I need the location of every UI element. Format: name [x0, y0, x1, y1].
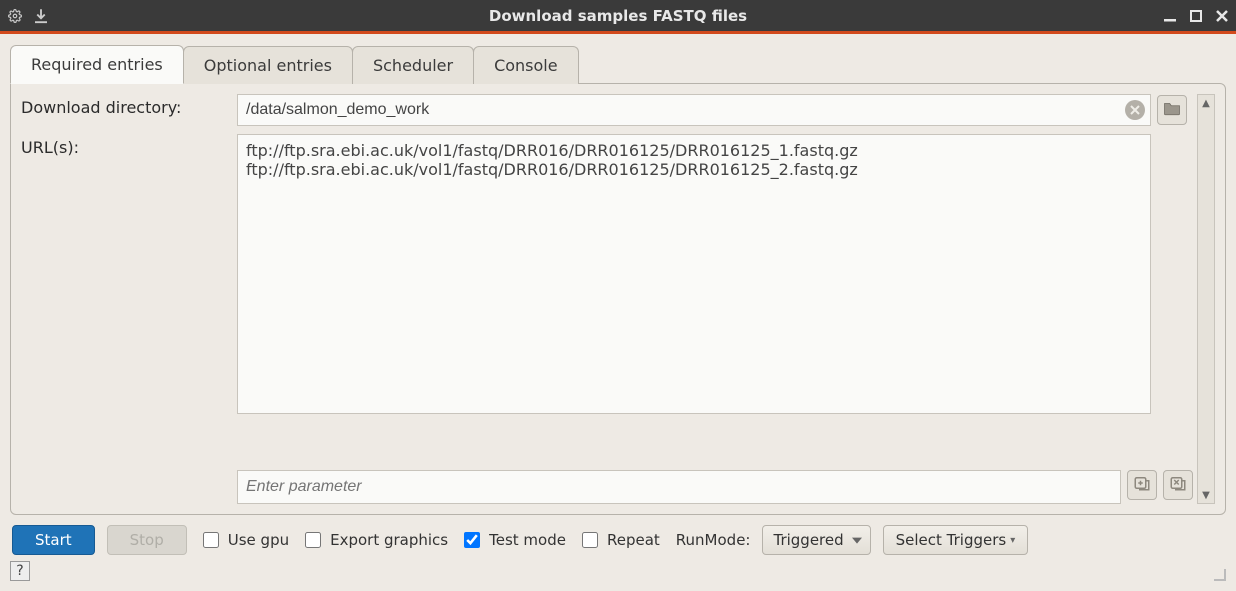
window-title: Download samples FASTQ files: [0, 7, 1236, 25]
toolbar-left-icons: [8, 7, 50, 25]
gear-icon[interactable]: [8, 9, 22, 23]
clear-directory-icon[interactable]: [1125, 100, 1145, 120]
download-directory-cell: [237, 94, 1151, 126]
maximize-icon[interactable]: [1190, 10, 1202, 22]
select-triggers-label: Select Triggers: [896, 531, 1007, 549]
parameter-input[interactable]: [237, 470, 1121, 504]
chevron-down-icon: ▾: [1010, 535, 1015, 546]
param-label-spacer: [21, 470, 231, 474]
remove-icon: [1169, 474, 1187, 496]
close-icon[interactable]: [1216, 10, 1228, 22]
repeat-checkbox[interactable]: Repeat: [578, 529, 660, 551]
runmode-value: Triggered: [773, 531, 843, 549]
stop-button: Stop: [107, 525, 187, 555]
control-bar: Start Stop Use gpu Export graphics Test …: [10, 525, 1226, 555]
urls-textarea[interactable]: [237, 134, 1151, 414]
export-graphics-input[interactable]: [305, 532, 321, 548]
tab-required-entries[interactable]: Required entries: [10, 45, 184, 84]
repeat-input[interactable]: [582, 532, 598, 548]
runmode-dropdown[interactable]: Triggered: [762, 525, 870, 555]
help-button[interactable]: ?: [10, 561, 30, 581]
export-graphics-checkbox[interactable]: Export graphics: [301, 529, 448, 551]
add-parameter-button[interactable]: [1127, 470, 1157, 500]
use-gpu-label: Use gpu: [228, 531, 289, 549]
required-entries-panel: Download directory: URL(s):: [10, 83, 1226, 515]
tab-row: Required entries Optional entries Schedu…: [10, 44, 1226, 83]
remove-parameter-button[interactable]: [1163, 470, 1193, 500]
minimize-icon[interactable]: [1164, 10, 1176, 22]
use-gpu-checkbox[interactable]: Use gpu: [199, 529, 289, 551]
repeat-label: Repeat: [607, 531, 660, 549]
urls-label: URL(s):: [21, 134, 231, 157]
test-mode-checkbox[interactable]: Test mode: [460, 529, 566, 551]
tab-console[interactable]: Console: [473, 46, 579, 84]
download-directory-input[interactable]: [237, 94, 1151, 126]
browse-directory-button[interactable]: [1157, 95, 1187, 125]
tab-optional-entries[interactable]: Optional entries: [183, 46, 353, 84]
runmode-label: RunMode:: [676, 531, 751, 549]
use-gpu-input[interactable]: [203, 532, 219, 548]
start-button[interactable]: Start: [12, 525, 95, 555]
test-mode-label: Test mode: [489, 531, 566, 549]
tab-scheduler[interactable]: Scheduler: [352, 46, 474, 84]
resize-grip[interactable]: [1212, 567, 1226, 581]
export-graphics-label: Export graphics: [330, 531, 448, 549]
folder-icon: [1163, 100, 1181, 120]
scroll-down-icon[interactable]: ▼: [1198, 487, 1214, 503]
footer-row: ?: [10, 561, 1226, 581]
download-directory-label: Download directory:: [21, 94, 231, 117]
scroll-up-icon[interactable]: ▲: [1198, 95, 1214, 111]
download-icon[interactable]: [32, 7, 50, 25]
test-mode-input[interactable]: [464, 532, 480, 548]
panel-scrollbar[interactable]: ▲ ▼: [1197, 94, 1215, 504]
title-bar: Download samples FASTQ files: [0, 0, 1236, 34]
window-body: Required entries Optional entries Schedu…: [0, 34, 1236, 591]
select-triggers-button[interactable]: Select Triggers ▾: [883, 525, 1029, 555]
add-icon: [1133, 474, 1151, 496]
